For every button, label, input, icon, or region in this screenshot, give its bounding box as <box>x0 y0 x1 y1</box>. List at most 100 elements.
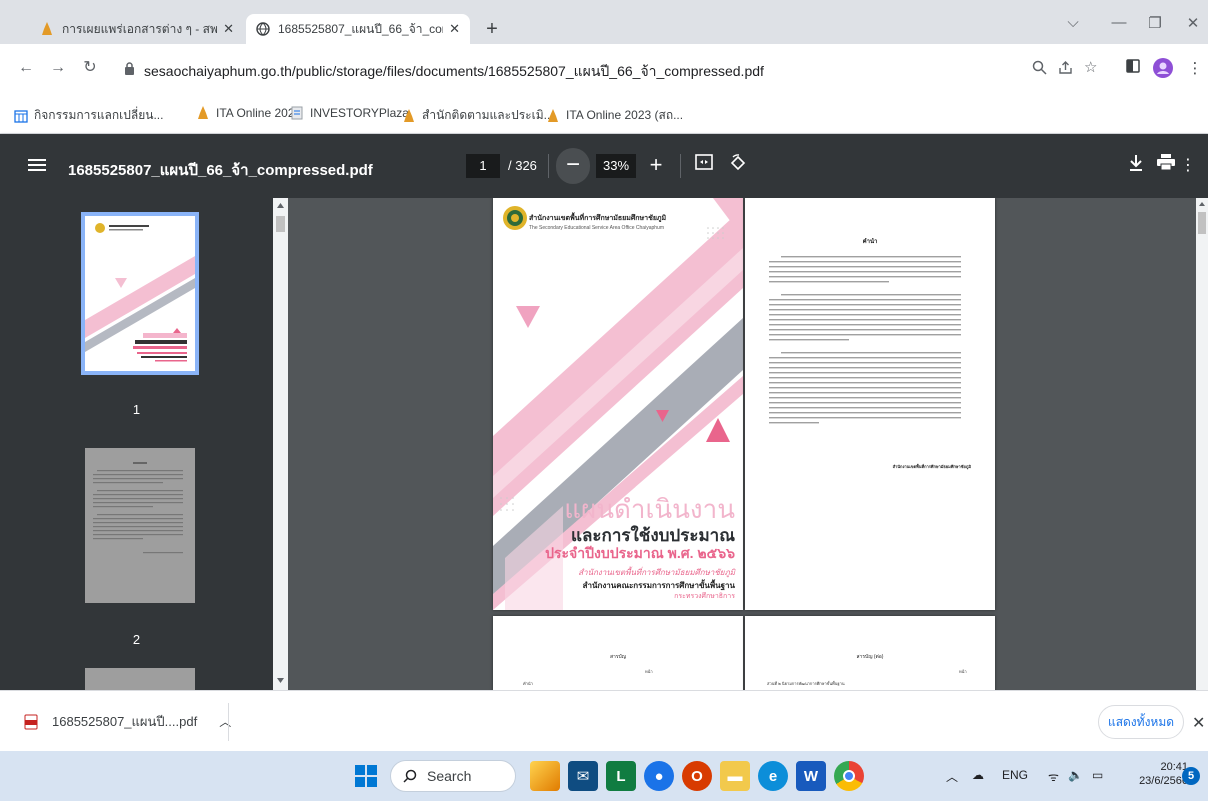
forward-button[interactable]: → <box>46 56 70 80</box>
back-button[interactable]: ← <box>14 56 38 80</box>
cover-thumbnail-image <box>85 216 195 371</box>
temple-icon <box>546 108 560 123</box>
bookmarks-bar: กิจกรรมการแลกเปลี่ยน... ITA Online 2023 … <box>0 94 1208 134</box>
tab-pdf[interactable]: 1685525807_แผนปี_66_จ้า_comp ✕ <box>246 14 470 44</box>
close-tab-icon[interactable]: ✕ <box>223 21 234 37</box>
thumbnail-page-3[interactable] <box>85 668 195 690</box>
volume-icon[interactable]: 🔈 <box>1068 768 1083 782</box>
cover-title-3: ประจำปีงบประมาณ พ.ศ. ๒๕๖๖ <box>545 545 735 561</box>
toc-page-label: หน้า <box>645 669 653 674</box>
tab-title: 1685525807_แผนปี_66_จ้า_comp <box>278 21 444 36</box>
share-icon[interactable] <box>1058 60 1073 79</box>
onedrive-icon[interactable]: ☁ <box>972 768 984 782</box>
close-tab-icon[interactable]: ✕ <box>449 21 460 37</box>
zoom-out-button[interactable]: − <box>556 148 590 184</box>
bookmark-star-icon[interactable]: ☆ <box>1084 58 1097 76</box>
show-all-downloads-button[interactable]: แสดงทั้งหมด <box>1098 705 1184 739</box>
pdf-page-toc-continued: สารบัญ (ต่อ) หน้า ส่วนที่ ๒ นิยามการพัฒน… <box>745 616 995 690</box>
bookmark-item[interactable]: INVESTORYPlaza <box>290 106 409 120</box>
globe-icon <box>256 22 270 36</box>
file-explorer-icon[interactable]: ▬ <box>720 761 750 791</box>
page-number-input[interactable]: 1 <box>466 154 500 178</box>
restore-icon[interactable]: ❐ <box>1140 14 1170 32</box>
mail-icon[interactable]: ✉ <box>568 761 598 791</box>
hamburger-menu-icon[interactable] <box>28 156 46 174</box>
pdf-scrollbar[interactable] <box>1196 198 1208 690</box>
temple-icon <box>40 22 54 36</box>
search-icon <box>403 769 417 783</box>
cover-org-3: กระทรวงศึกษาธิการ <box>674 593 735 600</box>
document-icon <box>290 106 304 120</box>
taskbar-search[interactable]: Search <box>390 760 516 792</box>
browser-toolbar: ← → ↻ sesaochaiyaphum.go.th/public/stora… <box>0 44 1208 94</box>
close-download-bar-icon[interactable]: ✕ <box>1192 713 1205 733</box>
page-total: / 326 <box>508 158 537 173</box>
download-bar: 1685525807_แผนปี....pdf ︿ แสดงทั้งหมด ✕ <box>0 690 1208 751</box>
tray-overflow-icon[interactable]: ︿ <box>946 768 958 785</box>
bookmark-item[interactable]: ITA Online 2023 (สถ... <box>546 106 683 125</box>
chrome-icon[interactable] <box>834 761 864 791</box>
windows-taskbar: Search ✉ L ● O ▬ e W ︿ ☁ ENG ᯤ 🔈 ▭ 20:41… <box>0 751 1208 801</box>
minimize-icon[interactable]: — <box>1104 14 1134 31</box>
wifi-icon[interactable]: ᯤ <box>1048 768 1059 785</box>
toc-title: สารบัญ <box>610 654 626 660</box>
zoom-level-input[interactable]: 33% <box>596 154 636 178</box>
pdf-canvas[interactable]: สำนักงานเขตพื้นที่การศึกษามัธยมศึกษาชัยภ… <box>288 198 1196 690</box>
notification-badge[interactable]: 5 <box>1182 767 1200 785</box>
bookmark-item[interactable]: กิจกรรมการแลกเปลี่ยน... <box>14 106 163 125</box>
app-l-icon[interactable]: L <box>606 761 636 791</box>
tab-search-icon[interactable]: ⌵ <box>1058 14 1088 31</box>
battery-icon[interactable]: ▭ <box>1092 768 1103 782</box>
thumbnail-page-1[interactable] <box>81 212 199 375</box>
thumbnail-label: 1 <box>132 402 141 417</box>
clock-date: 23/6/2566 <box>1139 775 1188 787</box>
download-file-name: 1685525807_แผนปี....pdf <box>52 714 198 729</box>
zoom-in-button[interactable]: + <box>644 152 668 178</box>
download-divider <box>228 703 229 741</box>
tab-strip: การเผยแพร่เอกสารต่าง ๆ - สพม.ชัยภ ✕ 1685… <box>0 0 1208 44</box>
temple-icon <box>196 106 210 120</box>
new-tab-button[interactable]: + <box>480 18 504 42</box>
cover-header-en: The Secondary Educational Service Area O… <box>529 225 664 231</box>
toc-page-label: หน้า <box>959 669 967 674</box>
browser-menu-icon[interactable]: ⋮ <box>1184 58 1206 80</box>
widgets-icon[interactable] <box>530 761 560 791</box>
toc-entry: ส่วนที่ ๒ นิยามการพัฒนาการศึกษาขั้นพื้นฐ… <box>767 681 845 686</box>
office-icon[interactable]: O <box>682 761 712 791</box>
language-indicator[interactable]: ENG <box>1002 768 1028 782</box>
download-item[interactable]: 1685525807_แผนปี....pdf ︿ <box>24 711 231 732</box>
download-icon[interactable] <box>1124 154 1148 178</box>
thumbnail-scrollbar[interactable] <box>273 198 288 690</box>
profile-avatar[interactable] <box>1152 58 1174 80</box>
clock[interactable]: 20:41 23/6/2566 <box>1138 760 1188 788</box>
url-text: sesaochaiyaphum.go.th/public/storage/fil… <box>144 63 764 79</box>
print-icon[interactable] <box>1154 154 1178 178</box>
app-blue-icon[interactable]: ● <box>644 761 674 791</box>
tab-documents[interactable]: การเผยแพร่เอกสารต่าง ๆ - สพม.ชัยภ ✕ <box>30 14 244 44</box>
preface-body-text <box>769 256 961 424</box>
preface-signature: สำนักงานเขตพื้นที่การศึกษามัธยมศึกษาชัยภ… <box>892 464 971 469</box>
chevron-up-icon[interactable]: ︿ <box>219 713 231 730</box>
pdf-toolbar: 1685525807_แผนปี_66_จ้า_compressed.pdf 1… <box>0 134 1208 198</box>
bookmark-item[interactable]: สำนักติดตามและประเมิ... <box>402 106 554 125</box>
fit-page-icon[interactable] <box>692 154 716 178</box>
toolbar-divider <box>548 154 549 178</box>
cover-org-1: สำนักงานเขตพื้นที่การศึกษามัธยมศึกษาชัยภ… <box>578 568 735 577</box>
close-window-icon[interactable]: ✕ <box>1178 14 1208 32</box>
zoom-icon[interactable] <box>1032 60 1047 79</box>
thumbnail-page-2[interactable] <box>85 448 195 603</box>
pdf-page-toc: สารบัญ หน้า คำนำ <box>493 616 743 690</box>
pdf-icon <box>24 714 38 729</box>
side-panel-icon[interactable] <box>1122 58 1144 80</box>
word-icon[interactable]: W <box>796 761 826 791</box>
reload-button[interactable]: ↻ <box>78 56 102 80</box>
edge-icon[interactable]: e <box>758 761 788 791</box>
start-button[interactable] <box>354 764 378 788</box>
lock-icon <box>125 62 134 75</box>
bookmark-item[interactable]: ITA Online 2023 <box>196 106 301 120</box>
pdf-page-cover: สำนักงานเขตพื้นที่การศึกษามัธยมศึกษาชัยภ… <box>493 198 743 610</box>
pdf-more-menu-icon[interactable]: ⋮ <box>1176 154 1200 178</box>
tab-title: การเผยแพร่เอกสารต่าง ๆ - สพม.ชัยภ <box>62 21 218 36</box>
rotate-icon[interactable] <box>726 154 750 178</box>
address-bar[interactable]: sesaochaiyaphum.go.th/public/storage/fil… <box>108 52 1108 86</box>
